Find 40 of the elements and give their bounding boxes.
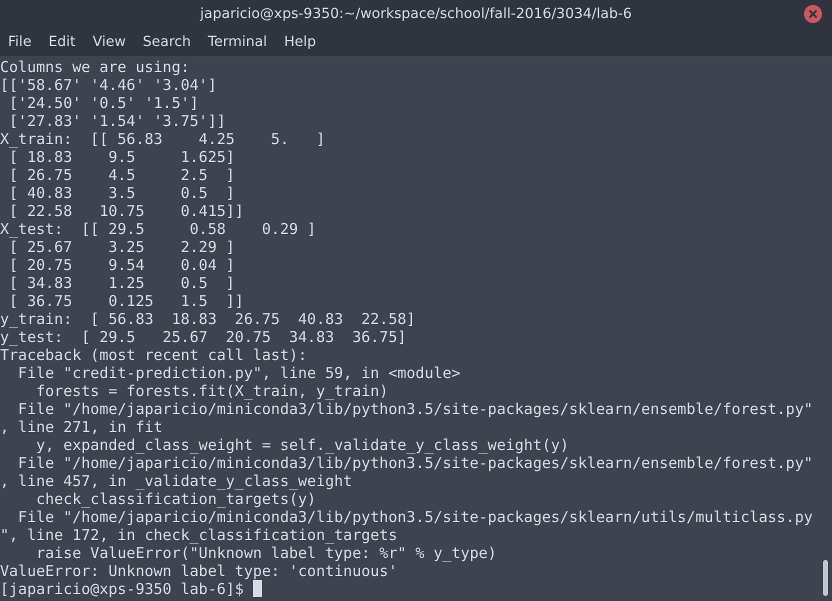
menu-item[interactable]: View (92, 28, 126, 56)
terminal-line: Traceback (most recent call last): (0, 346, 308, 364)
close-icon[interactable] (804, 5, 822, 23)
terminal-line: File "/home/japaricio/miniconda3/lib/python3.5/site-packages/sklearn/ensemble/forest.py" (17, 454, 814, 472)
terminal-line: File "/home/japaricio/miniconda3/lib/python3.5/site-packages/sklearn/ensemble/forest.py" (17, 400, 814, 418)
terminal-line: X_train: [[ 56.83 4.25 5. ] (0, 130, 326, 148)
menu-item[interactable]: Help (284, 28, 316, 56)
terminal-line: [ 26.75 4.5 2.5 ] (8, 166, 236, 184)
terminal-line: [ 34.83 1.25 0.5 ] (8, 274, 236, 292)
terminal-line: File "credit-prediction.py", line 59, in <module> (17, 364, 462, 382)
terminal-line: y_test: [ 29.5 25.67 20.75 34.83 36.75] (0, 328, 408, 346)
terminal-line: ['27.83' '1.54' '3.75']] (8, 112, 227, 130)
terminal-line: check_classification_targets(y) (35, 490, 318, 508)
terminal-line: [ 25.67 3.25 2.29 ] (8, 238, 236, 256)
window-title: japaricio@xps-9350:~/workspace/school/fall-2016/3034/lab-6 (200, 4, 632, 24)
terminal-line: [ 40.83 3.5 0.5 ] (8, 184, 236, 202)
menu-item[interactable]: Search (142, 28, 191, 56)
terminal-line: X_test: [[ 29.5 0.58 0.29 ] (0, 220, 318, 238)
menu-item[interactable]: File (8, 28, 32, 56)
shell-prompt: [japaricio@xps-9350 lab-6]$ (0, 580, 245, 598)
terminal-line: [ 22.58 10.75 0.415]] (8, 202, 245, 220)
terminal-line: y, expanded_class_weight = self._validate_y_class_weight(y) (35, 436, 570, 454)
terminal-line: ['24.50' '0.5' '1.5'] (8, 94, 200, 112)
terminal-line: Columns we are using: (0, 58, 191, 76)
terminal-line: raise ValueError("Unknown label type: %r" % y_type) (35, 544, 498, 562)
menu-item[interactable]: Terminal (208, 28, 268, 56)
terminal-line: , line 457, in _validate_y_class_weight (0, 472, 354, 490)
terminal-line: [ 18.83 9.5 1.625] (8, 148, 236, 166)
terminal-line: ", line 172, in check_classification_targets (0, 526, 398, 544)
scrollbar-thumb[interactable] (823, 560, 828, 596)
terminal-line: File "/home/japaricio/miniconda3/lib/python3.5/site-packages/sklearn/utils/multiclass.py (17, 508, 814, 526)
terminal-line: , line 271, in fit (0, 418, 164, 436)
terminal-line: ValueError: Unknown label type: 'continuous' (0, 562, 398, 580)
terminal-line: [['58.67' '4.46' '3.04'] (0, 76, 218, 94)
terminal-line: [ 20.75 9.54 0.04 ] (8, 256, 236, 274)
terminal-line: y_train: [ 56.83 18.83 26.75 40.83 22.58] (0, 310, 416, 328)
text-cursor (252, 580, 262, 597)
menu-item[interactable]: Edit (48, 28, 76, 56)
terminal-line: [ 36.75 0.125 1.5 ]] (8, 292, 245, 310)
terminal-line: forests = forests.fit(X_train, y_train) (35, 382, 390, 400)
